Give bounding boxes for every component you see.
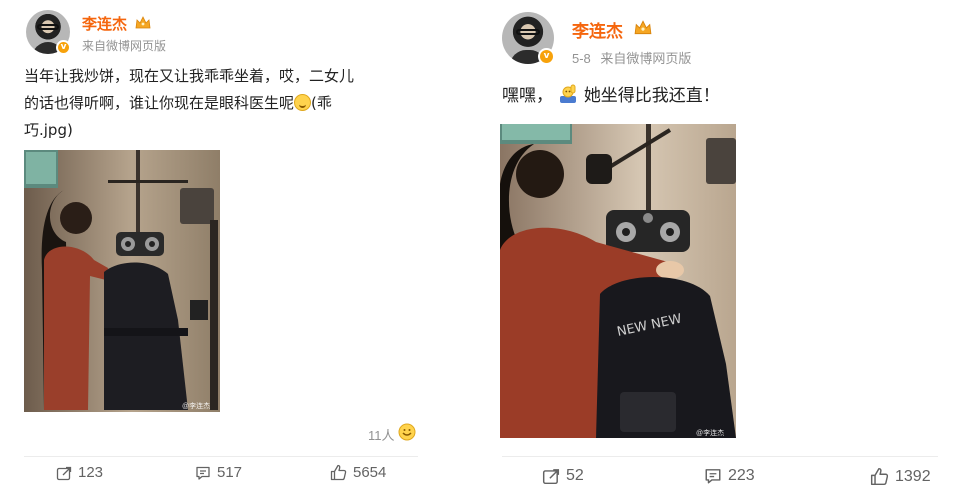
- thumbs-up-icon: [870, 467, 889, 486]
- post-text-line-2: 的话也得听啊，谁让你现在是眼科医生呢 (乖: [24, 90, 424, 117]
- raised-hand-emoji-icon: [560, 84, 577, 103]
- post-text-line-3: 巧.jpg): [24, 121, 73, 139]
- weibo-post-left: v 李连杰 来自微博网页版 当年让我炒饼，现在又让我乖乖坐着，哎，二女儿 的话也…: [0, 0, 440, 503]
- username[interactable]: 李连杰: [572, 17, 623, 42]
- smile-emoji-icon: [398, 423, 416, 441]
- post-text-line-1: 当年让我炒饼，现在又让我乖乖坐着，哎，二女儿: [24, 67, 355, 85]
- like-count: 1392: [895, 467, 931, 485]
- post-photo[interactable]: @李连杰: [24, 150, 220, 412]
- eye-exam-photo: [24, 150, 220, 412]
- verified-v-icon: v: [56, 40, 71, 55]
- verified-v-icon: v: [538, 48, 555, 65]
- divider: [24, 456, 418, 457]
- repost-count: 123: [78, 464, 104, 481]
- smile-emoji-icon: [294, 94, 312, 111]
- eye-exam-photo: NEW NEW: [500, 124, 736, 438]
- crown-icon: [634, 20, 652, 35]
- post-text-tail: 她坐得比我还直！: [583, 86, 720, 106]
- post-source[interactable]: 来自微博网页版: [82, 39, 166, 53]
- comment-icon: [705, 469, 721, 484]
- post-photo[interactable]: NEW NEW @李连杰: [500, 124, 736, 438]
- like-button[interactable]: 1392: [870, 467, 931, 486]
- photo-watermark: @李连杰: [182, 403, 211, 410]
- repost-button[interactable]: 52: [542, 467, 584, 485]
- repost-button[interactable]: 123: [56, 464, 103, 481]
- post-meta: 来自微博网页版: [82, 37, 172, 54]
- comment-icon: [196, 466, 210, 480]
- divider: [502, 456, 938, 457]
- username[interactable]: 李连杰: [82, 13, 127, 34]
- post-date[interactable]: 5-8: [572, 51, 591, 66]
- post-text: 嘿嘿， 她坐得比我还直！: [502, 82, 720, 110]
- comment-button[interactable]: 223: [704, 467, 755, 485]
- repost-icon: [56, 466, 72, 480]
- comment-count: 223: [728, 467, 755, 484]
- post-source[interactable]: 来自微博网页版: [600, 51, 691, 66]
- comment-count: 517: [217, 464, 243, 481]
- like-button[interactable]: 5654: [330, 464, 386, 481]
- post-text: 当年让我炒饼，现在又让我乖乖坐着，哎，二女儿 的话也得听啊，谁让你现在是眼科医生…: [24, 63, 424, 144]
- comment-button[interactable]: 517: [195, 464, 242, 481]
- crown-icon: [135, 16, 151, 29]
- like-count: 5654: [353, 464, 387, 481]
- glasses-shape: [516, 29, 540, 35]
- post-text-line-2-tail: (乖: [311, 94, 332, 112]
- post-text-line-2-body: 的话也得听啊，谁让你现在是眼科医生呢: [24, 94, 295, 112]
- glasses-shape: [37, 24, 59, 30]
- thumbs-up-icon: [330, 464, 347, 481]
- repost-icon: [542, 469, 560, 485]
- weibo-post-right: v 李连杰 5-8 来自微博网页版 嘿嘿， 她坐得比我还直！ NEW NEW @…: [478, 0, 960, 503]
- repost-count: 52: [566, 467, 584, 484]
- liked-by-count[interactable]: 11人: [368, 425, 395, 444]
- post-text-body: 嘿嘿，: [502, 86, 553, 106]
- photo-watermark: @李连杰: [696, 430, 725, 437]
- post-meta: 5-8 来自微博网页版: [572, 48, 697, 67]
